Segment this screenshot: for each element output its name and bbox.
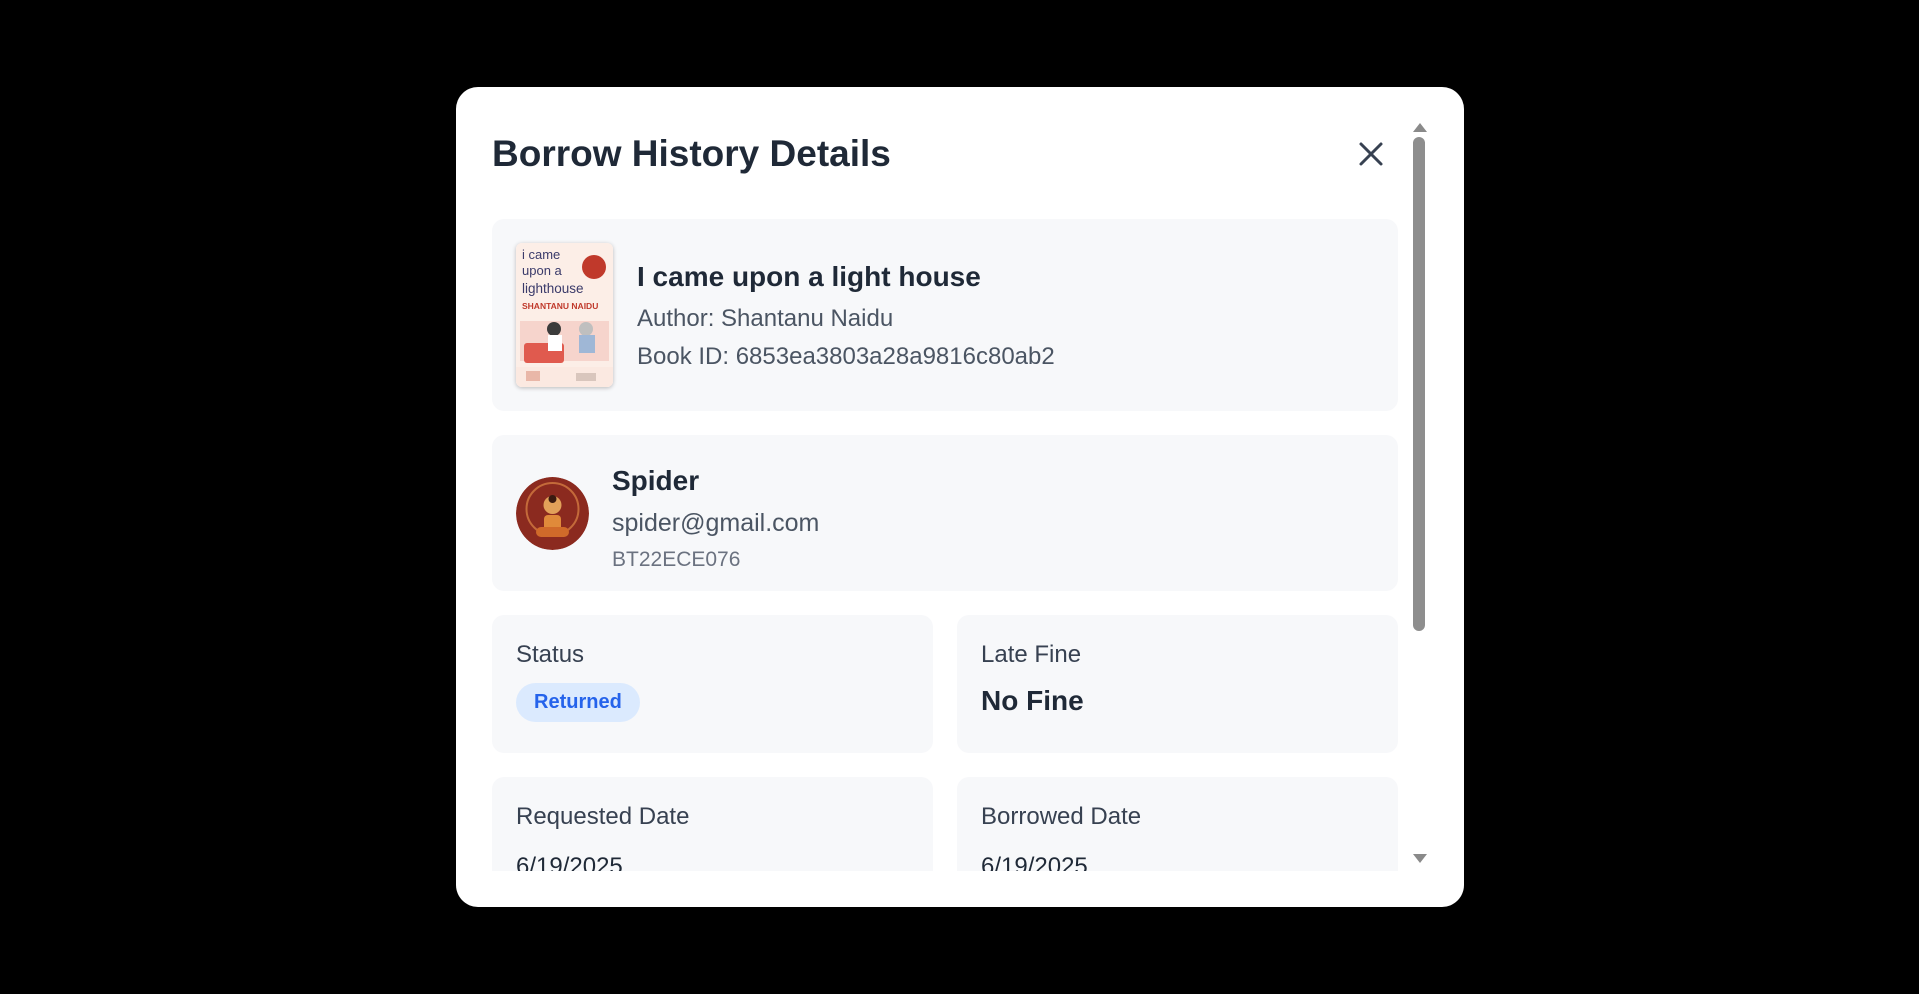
user-email: spider@gmail.com (612, 509, 820, 537)
book-author: Author: Shantanu Naidu (637, 305, 894, 332)
arrow-down-icon[interactable] (1413, 854, 1427, 863)
modal-header: Borrow History Details (492, 123, 1398, 203)
user-card: Spider spider@gmail.com BT22ECE076 (492, 435, 1398, 591)
book-info: I came upon a light house Author: Shanta… (637, 261, 1055, 371)
cover-title-line3: lighthouse (522, 281, 584, 296)
borrowed-date-value: 6/19/2025 (981, 853, 1088, 871)
borrowed-date-label: Borrowed Date (981, 803, 1142, 830)
borrowed-date-card: Borrowed Date 6/19/2025 (957, 777, 1398, 871)
modal-scroll-area[interactable]: Borrow History Details i came upon a lig… (456, 87, 1426, 871)
cover-title-line2: upon a (522, 263, 563, 278)
details-grid: Status Returned Late Fine No Fine Reques… (492, 591, 1398, 871)
requested-date-value: 6/19/2025 (516, 853, 623, 871)
book-title: I came upon a light house (637, 261, 981, 292)
book-id: Book ID: 6853ea3803a28a9816c80ab2 (637, 343, 1055, 370)
cover-author: SHANTANU NAIDU (522, 301, 598, 311)
avatar (516, 477, 589, 550)
status-badge: Returned (516, 683, 640, 722)
borrow-history-modal: Borrow History Details i came upon a lig… (456, 87, 1464, 907)
user-roll-number: BT22ECE076 (612, 548, 741, 571)
requested-date-card: Requested Date 6/19/2025 (492, 777, 933, 871)
close-button[interactable] (1354, 137, 1388, 171)
user-name: Spider (612, 465, 700, 496)
status-card: Status Returned (492, 615, 933, 753)
close-icon (1359, 142, 1383, 166)
late-fine-card: Late Fine No Fine (957, 615, 1398, 753)
book-card: i came upon a lighthouse SHANTANU NAIDU (492, 219, 1398, 411)
book-cover-image: i came upon a lighthouse SHANTANU NAIDU (516, 243, 613, 387)
late-fine-value: No Fine (981, 685, 1084, 716)
user-info: Spider spider@gmail.com BT22ECE076 (612, 465, 819, 572)
late-fine-label: Late Fine (981, 641, 1082, 668)
scroll-thumb[interactable] (1413, 137, 1425, 631)
scrollbar[interactable] (1410, 123, 1428, 863)
modal-content: Borrow History Details i came upon a lig… (456, 87, 1398, 871)
cover-title-line1: i came (522, 247, 560, 262)
modal-title: Borrow History Details (492, 133, 891, 174)
status-label: Status (516, 641, 585, 668)
arrow-up-icon[interactable] (1413, 123, 1427, 132)
requested-date-label: Requested Date (516, 803, 690, 830)
